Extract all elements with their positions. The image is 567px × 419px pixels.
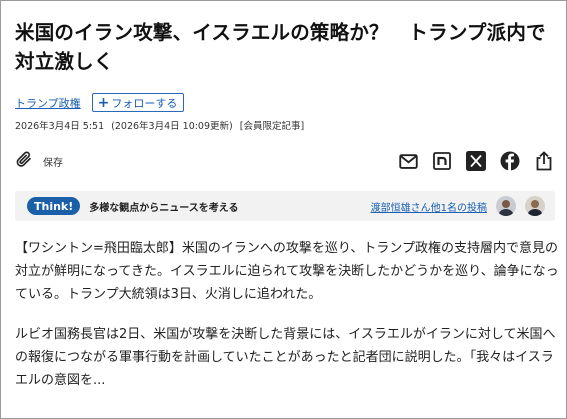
avatar[interactable] [525,196,545,216]
save-label: 保存 [43,157,63,169]
plus-icon: + [97,94,110,111]
article-paragraph: 【ワシントン=飛田臨太郎】米国のイランへの攻撃を巡り、トランプ政権の支持層内で意… [15,241,559,302]
topic-link[interactable]: トランプ政権 [15,95,81,111]
topic-row: トランプ政権 + フォローする [15,93,185,112]
paperclip-icon [15,150,33,172]
follow-label: フォローする [111,96,178,110]
article-title: 米国のイラン攻撃、イスラエルの策略か？ トランプ派内で対立激しく [15,21,546,73]
share-icon[interactable] [533,150,555,172]
follow-button[interactable]: + フォローする [91,93,185,112]
members-only-label: [会員限定記事] [239,121,305,132]
share-icons [385,150,555,172]
publish-date: 2026年3月4日 5:51 [15,121,105,132]
save-button[interactable]: 保存 [15,150,63,172]
updated-date: (2026年3月4日 10:09更新) [111,121,233,132]
article-actions: 保存 [15,149,555,173]
article-page: 米国のイラン攻撃、イスラエルの策略か？ トランプ派内で対立激しく トランプ政権 … [0,0,567,419]
think-bar: Think! 多様な観点からニュースを考える 渡部恒雄さん他1名の投稿 [15,191,555,221]
publish-info: 2026年3月4日 5:51 (2026年3月4日 10:09更新) [会員限定… [15,118,304,132]
note-icon[interactable] [431,150,453,172]
article-paragraph: ルビオ国務長官は2日、米国が攻撃を決断した背景には、イスラエルがイランに対して米… [15,327,556,388]
contributors-link[interactable]: 渡部恒雄さん他1名の投稿 [371,199,487,214]
think-badge: Think! [27,197,81,215]
facebook-icon[interactable] [499,150,521,172]
x-icon[interactable] [465,150,487,172]
mail-icon[interactable] [397,150,419,172]
think-description: 多様な観点からニュースを考える [89,202,239,214]
avatar[interactable] [496,196,516,216]
